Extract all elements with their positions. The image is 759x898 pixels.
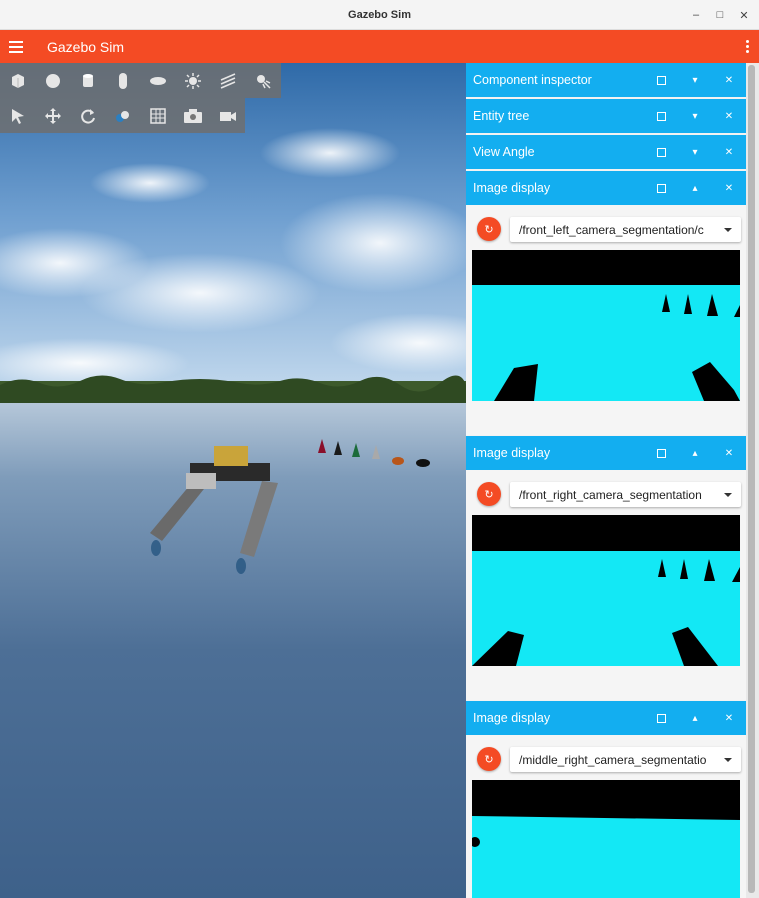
close-panel-icon[interactable]: ✕ [712,63,746,97]
segmentation-image [472,250,740,401]
close-panel-icon[interactable]: ✕ [712,701,746,735]
box-shape-icon[interactable] [0,63,35,98]
entity-tree-header[interactable]: Entity tree ▾ ✕ [466,99,746,133]
directional-light-icon[interactable] [210,63,245,98]
collapse-panel-icon[interactable]: ▴ [678,171,712,205]
topic-dropdown[interactable]: /middle_right_camera_segmentatio [510,747,741,772]
window-title: Gazebo Sim [348,8,411,21]
collapse-panel-icon[interactable]: ▴ [678,436,712,470]
close-window-button[interactable]: ✕ [733,4,755,26]
point-light-icon[interactable] [175,63,210,98]
window-titlebar: Gazebo Sim – □ ✕ [0,0,759,30]
cylinder-shape-icon[interactable] [70,63,105,98]
float-panel-icon[interactable] [644,99,678,133]
refresh-topics-button[interactable]: ↻ [477,747,501,771]
segmentation-image [472,780,740,898]
image-display-header[interactable]: Image display ▴ ✕ [466,701,746,735]
float-panel-icon[interactable] [644,436,678,470]
collapse-panel-icon[interactable]: ▾ [678,135,712,169]
close-panel-icon[interactable]: ✕ [712,436,746,470]
segmentation-image [472,515,740,666]
close-panel-icon[interactable]: ✕ [712,99,746,133]
topic-dropdown-value: /front_right_camera_segmentation [519,487,702,502]
app-title: Gazebo Sim [47,38,125,55]
topic-dropdown[interactable]: /front_right_camera_segmentation [510,482,741,507]
sphere-shape-icon[interactable] [35,63,70,98]
window-controls: – □ ✕ [685,0,755,30]
component-inspector-header[interactable]: Component inspector ▾ ✕ [466,63,746,97]
shape-toolbar [0,63,281,98]
grid-snap-icon[interactable] [140,98,175,133]
ellipsoid-shape-icon[interactable] [140,63,175,98]
image-display-header[interactable]: Image display ▴ ✕ [466,171,746,205]
right-dock-panel: Component inspector ▾ ✕ Entity tree ▾ ✕ … [466,63,746,898]
video-record-icon[interactable] [210,98,245,133]
panel-title: View Angle [473,145,535,159]
chevron-down-icon [724,758,732,762]
panel-title: Image display [473,181,551,195]
rotate-icon[interactable] [70,98,105,133]
image-display-body: ↻ /front_left_camera_segmentation/c [466,205,746,435]
panel-title: Image display [473,446,551,460]
close-panel-icon[interactable]: ✕ [712,171,746,205]
refresh-topics-button[interactable]: ↻ [477,482,501,506]
float-panel-icon[interactable] [644,135,678,169]
transform-toolbar [0,98,245,133]
select-arrow-icon[interactable] [0,98,35,133]
screenshot-camera-icon[interactable] [175,98,210,133]
view-angle-header[interactable]: View Angle ▾ ✕ [466,135,746,169]
topic-dropdown[interactable]: /front_left_camera_segmentation/c [510,217,741,242]
copy-paste-icon[interactable] [105,98,140,133]
collapse-panel-icon[interactable]: ▾ [678,99,712,133]
panel-title: Entity tree [473,109,530,123]
topic-dropdown-value: /middle_right_camera_segmentatio [519,752,707,767]
app-bar: Gazebo Sim [0,30,759,63]
image-display-body: ↻ /front_right_camera_segmentation [466,470,746,700]
maximize-button[interactable]: □ [709,4,731,26]
collapse-panel-icon[interactable]: ▴ [678,701,712,735]
refresh-topics-button[interactable]: ↻ [477,217,501,241]
spot-light-icon[interactable] [245,63,280,98]
close-panel-icon[interactable]: ✕ [712,135,746,169]
image-display-header[interactable]: Image display ▴ ✕ [466,436,746,470]
panel-title: Component inspector [473,73,592,87]
chevron-down-icon [724,228,732,232]
hamburger-menu-icon[interactable] [1,30,31,63]
collapse-panel-icon[interactable]: ▾ [678,63,712,97]
scene-3d-viewport[interactable] [0,63,466,898]
kebab-menu-icon[interactable] [746,30,749,63]
float-panel-icon[interactable] [644,63,678,97]
image-display-body: ↻ /middle_right_camera_segmentatio [466,735,746,898]
float-panel-icon[interactable] [644,701,678,735]
topic-dropdown-value: /front_left_camera_segmentation/c [519,222,704,237]
minimize-button[interactable]: – [685,4,707,26]
right-panel-scrollbar[interactable] [746,63,759,898]
capsule-shape-icon[interactable] [105,63,140,98]
chevron-down-icon [724,493,732,497]
translate-icon[interactable] [35,98,70,133]
scrollbar-thumb[interactable] [748,65,755,893]
panel-title: Image display [473,711,551,725]
float-panel-icon[interactable] [644,171,678,205]
